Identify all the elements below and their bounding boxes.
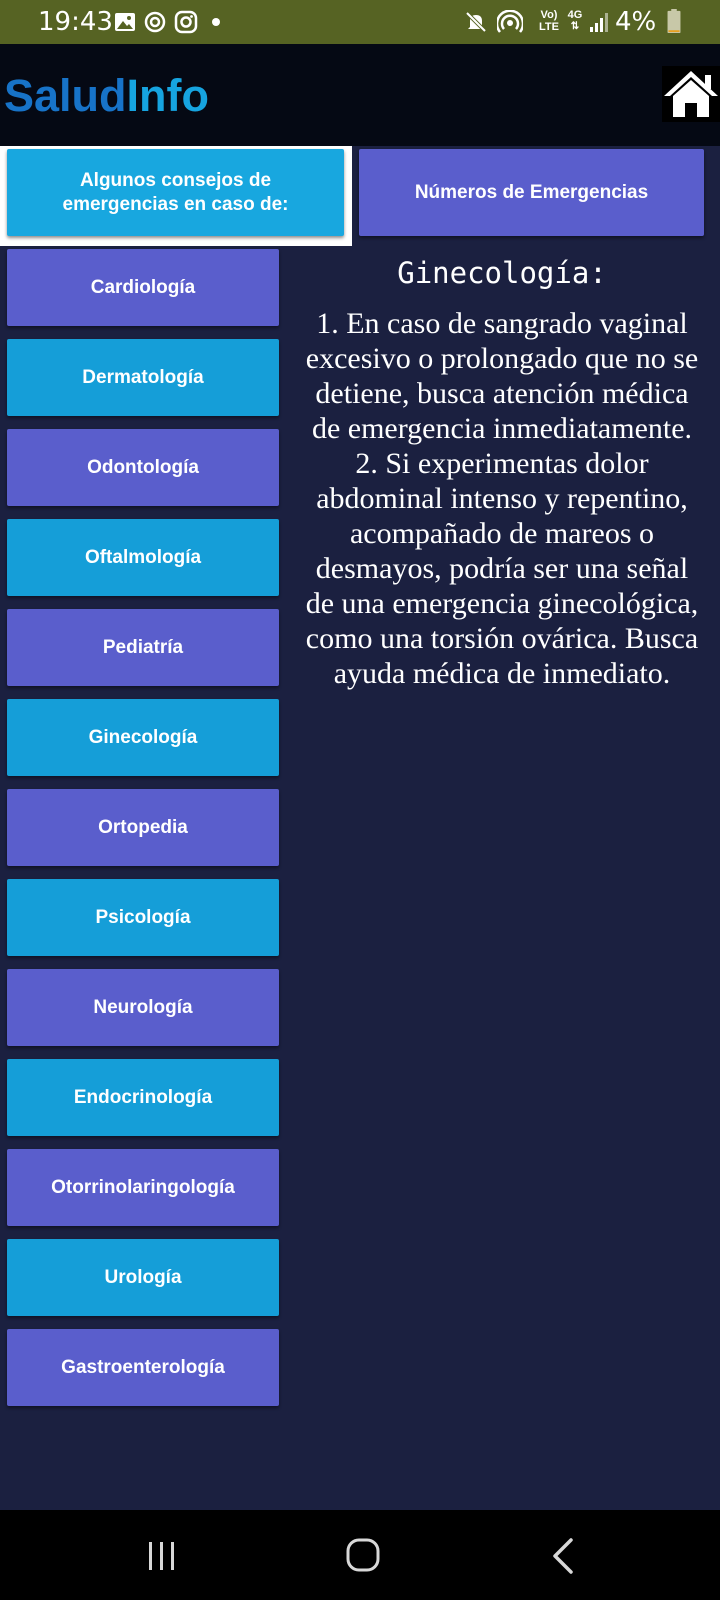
network-type: 4G xyxy=(567,9,583,21)
instagram-icon xyxy=(174,10,198,34)
home-icon xyxy=(664,71,718,117)
app-title-part1: Salud xyxy=(4,70,127,121)
specialty-button-ortopedia[interactable]: Ortopedia xyxy=(7,789,279,866)
home-nav-button[interactable] xyxy=(333,1534,393,1578)
volte-icon: Vo) LTE xyxy=(537,9,561,33)
specialty-button-odontologia[interactable]: Odontología xyxy=(7,429,279,506)
recent-apps-button[interactable] xyxy=(132,1534,192,1578)
app-header: SaludInfo xyxy=(0,44,720,146)
gallery-icon xyxy=(115,13,135,31)
specialty-button-gastroenterologia[interactable]: Gastroenterología xyxy=(7,1329,279,1406)
volte-bottom: LTE xyxy=(539,21,559,33)
app-title-part2: Info xyxy=(126,70,209,121)
specialty-button-urologia[interactable]: Urología xyxy=(7,1239,279,1316)
battery-percent: 4% xyxy=(615,7,657,37)
back-button[interactable] xyxy=(536,1534,596,1578)
sync-icon xyxy=(144,11,166,33)
battery-icon xyxy=(667,9,681,33)
mute-icon xyxy=(465,11,487,33)
status-bar: 19:43 Vo) LTE 4G ⇅ 4% xyxy=(0,0,720,44)
home-circle-icon xyxy=(346,1538,380,1572)
app-title: SaludInfo xyxy=(4,70,209,122)
content-title: Ginecología: xyxy=(397,256,607,290)
hotspot-icon xyxy=(497,10,523,33)
specialty-button-oftalmologia[interactable]: Oftalmología xyxy=(7,519,279,596)
recent-apps-icon xyxy=(149,1542,174,1570)
dot-icon xyxy=(212,18,220,26)
specialty-button-endocrinologia[interactable]: Endocrinología xyxy=(7,1059,279,1136)
4g-icon: 4G ⇅ xyxy=(567,9,583,32)
consejos-button[interactable]: Algunos consejos de emergencias en caso … xyxy=(7,149,344,236)
specialty-button-otorrinolaringologia[interactable]: Otorrinolaringología xyxy=(7,1149,279,1226)
specialty-button-ginecologia[interactable]: Ginecología xyxy=(7,699,279,776)
specialty-button-pediatria[interactable]: Pediatría xyxy=(7,609,279,686)
specialty-button-psicologia[interactable]: Psicología xyxy=(7,879,279,956)
back-icon xyxy=(553,1538,573,1574)
specialty-button-neurologia[interactable]: Neurología xyxy=(7,969,279,1046)
signal-icon xyxy=(590,13,608,32)
volte-top: Vo) xyxy=(540,9,558,21)
specialty-button-cardiologia[interactable]: Cardiología xyxy=(7,249,279,326)
emergency-numbers-button[interactable]: Números de Emergencias xyxy=(359,149,704,236)
content-text: 1. En caso de sangrado vaginal excesivo … xyxy=(305,307,699,690)
specialty-button-dermatologia[interactable]: Dermatología xyxy=(7,339,279,416)
system-nav-bar xyxy=(0,1510,720,1600)
status-time: 19:43 xyxy=(38,7,113,37)
home-button[interactable] xyxy=(662,66,720,122)
